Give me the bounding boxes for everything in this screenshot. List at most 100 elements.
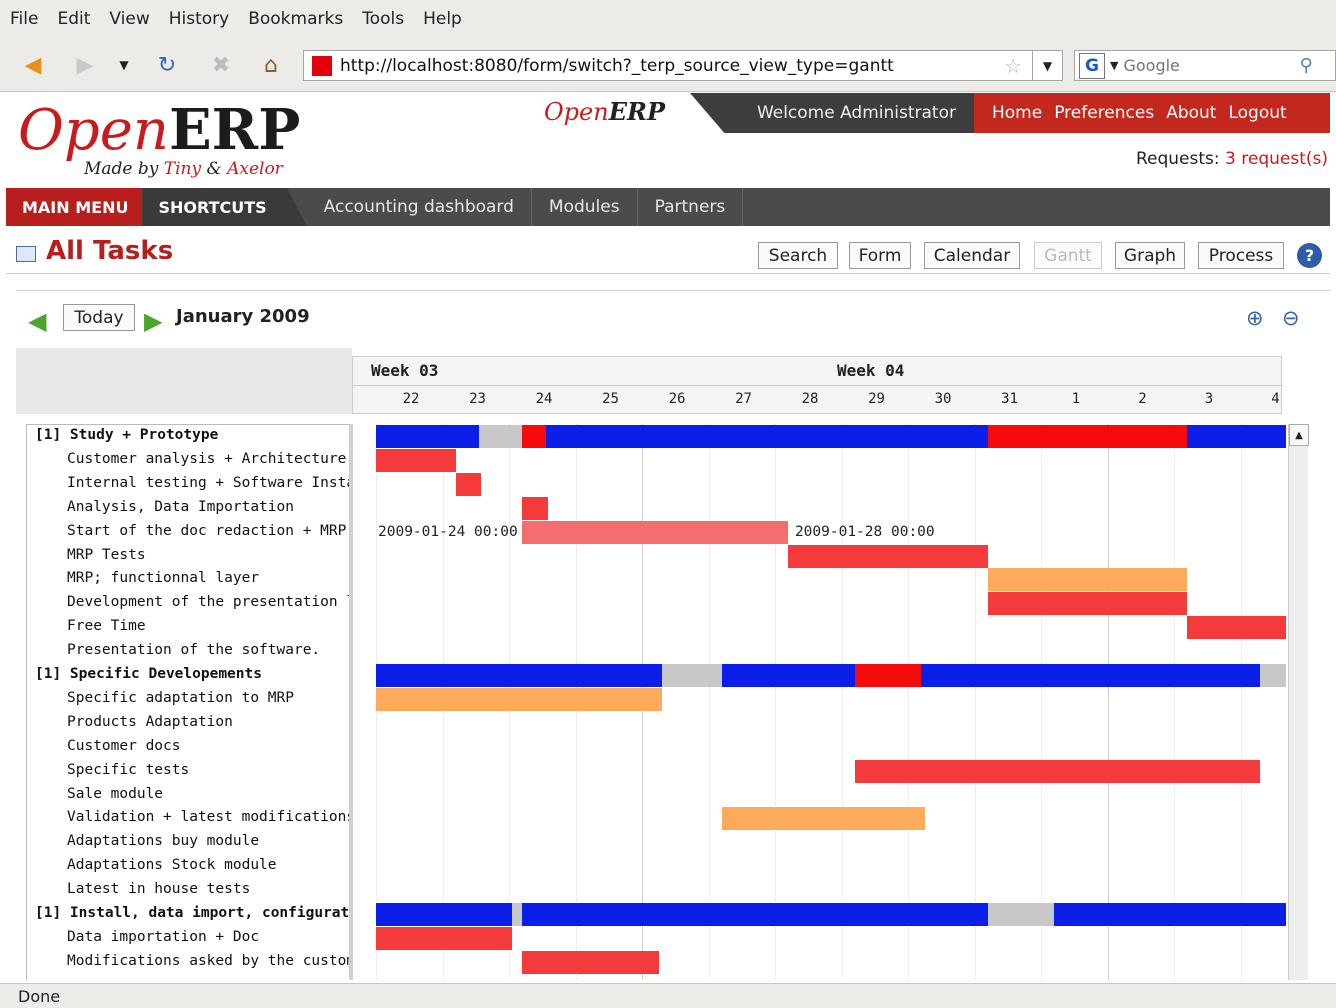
google-engine-icon[interactable]: G [1079,52,1105,79]
search-icon[interactable]: ⚲ [1299,55,1312,76]
engine-dropdown-icon[interactable]: ▼ [1110,59,1118,72]
task-bar[interactable] [376,448,456,472]
task-bar[interactable] [376,926,513,950]
task-group-row[interactable]: [1] Study + Prototype [27,427,218,451]
main-menu-tab[interactable]: MAIN MENU [6,188,143,226]
task-row[interactable]: Modifications asked by the custom [27,953,352,977]
shortcut-modules[interactable]: Modules [532,188,638,226]
menu-edit[interactable]: Edit [57,9,90,29]
zoom-in-icon[interactable]: ⊕ [1246,306,1264,330]
about-link[interactable]: About [1166,103,1216,123]
stop-icon[interactable]: ✖ [204,50,238,80]
group-bar[interactable] [854,664,922,687]
group-bar[interactable] [376,903,513,926]
today-button[interactable]: Today [63,304,135,331]
task-row[interactable]: Customer analysis + Architecture [27,451,346,475]
task-row[interactable]: Development of the presentation l [27,594,352,618]
group-bar[interactable] [661,664,722,687]
menu-bookmarks[interactable]: Bookmarks [248,9,343,29]
url-bar[interactable]: http://localhost:8080/form/switch?_terp_… [303,50,1063,81]
task-bar[interactable] [522,950,659,974]
graph-view-button[interactable]: Graph [1115,242,1185,269]
forward-arrow-icon[interactable]: ▶ [70,50,100,80]
shortcut-accounting-dashboard[interactable]: Accounting dashboard [307,188,532,226]
group-bar[interactable] [479,425,523,448]
task-row[interactable]: Free Time [27,618,146,642]
panel-splitter[interactable] [349,424,353,980]
zoom-out-icon[interactable]: ⊖ [1282,306,1300,330]
menu-file[interactable]: File [10,9,38,29]
shortcut-partners[interactable]: Partners [638,188,744,226]
task-bar[interactable] [854,759,1261,783]
task-bar[interactable] [987,568,1188,592]
group-bar[interactable] [455,425,480,448]
task-bar[interactable] [788,544,988,568]
group-bar[interactable] [1054,903,1286,926]
task-group-row[interactable]: [1] Install, data import, configurat [27,905,349,929]
task-row[interactable]: Presentation of the software. [27,642,320,666]
url-text[interactable]: http://localhost:8080/form/switch?_terp_… [340,56,1004,76]
task-bar[interactable] [1187,616,1286,640]
group-bar[interactable] [1260,664,1286,687]
home-link[interactable]: Home [992,103,1042,123]
back-arrow-icon[interactable]: ◀ [18,50,48,80]
home-icon[interactable]: ⌂ [254,50,288,80]
group-bar[interactable] [545,425,988,448]
task-row[interactable]: Specific tests [27,762,189,786]
search-input[interactable] [1123,56,1294,75]
task-row[interactable]: Start of the doc redaction + MRP [27,523,346,547]
group-bar[interactable] [1187,425,1286,448]
vertical-scrollbar[interactable]: ▲ [1288,424,1309,980]
menu-view[interactable]: View [109,9,149,29]
task-group-row[interactable]: [1] Specific Developements [27,666,262,690]
task-bar[interactable] [522,496,548,520]
group-bar[interactable] [987,425,1188,448]
bookmark-star-icon[interactable]: ☆ [1004,54,1022,78]
menu-help[interactable]: Help [423,9,462,29]
group-bar[interactable] [376,425,456,448]
task-bar[interactable] [522,520,789,544]
gantt-view-button[interactable]: Gantt [1034,242,1102,269]
logout-link[interactable]: Logout [1228,103,1286,123]
task-row[interactable]: Sale module [27,786,163,810]
url-dropdown-icon[interactable]: ▼ [1032,51,1062,80]
preferences-link[interactable]: Preferences [1054,103,1154,123]
task-row[interactable]: Data importation + Doc [27,929,259,953]
task-bar[interactable] [376,687,662,711]
group-bar[interactable] [522,425,546,448]
menu-history[interactable]: History [169,9,229,29]
history-dropdown-icon[interactable]: ▼ [112,50,136,80]
requests-link[interactable]: 3 request(s) [1225,149,1328,169]
previous-arrow-icon[interactable]: ◀ [28,307,46,335]
calendar-view-button[interactable]: Calendar [924,242,1020,269]
group-bar[interactable] [522,903,988,926]
form-view-button[interactable]: Form [849,242,911,269]
task-row[interactable]: Adaptations Stock module [27,857,277,881]
shortcuts-tab[interactable]: SHORTCUTS [142,188,307,226]
search-view-button[interactable]: Search [758,242,838,269]
group-bar[interactable] [376,664,662,687]
task-row[interactable]: Internal testing + Software Install [27,475,352,499]
group-bar[interactable] [987,903,1055,926]
task-bar[interactable] [721,807,925,831]
scroll-up-icon[interactable]: ▲ [1289,424,1309,446]
openerp-logo[interactable]: OpenERP Made by Tiny & Axelor [18,101,300,179]
group-bar[interactable] [721,664,855,687]
menu-tools[interactable]: Tools [362,9,404,29]
task-row[interactable]: MRP; functionnal layer [27,570,259,594]
task-row[interactable]: Customer docs [27,738,181,762]
task-row[interactable]: Adaptations buy module [27,833,259,857]
task-row[interactable]: MRP Tests [27,547,146,571]
group-bar[interactable] [921,664,1261,687]
task-row[interactable]: Analysis, Data Importation [27,499,294,523]
task-bar[interactable] [987,592,1188,616]
reload-icon[interactable]: ↻ [150,50,184,80]
help-icon[interactable]: ? [1297,243,1322,268]
group-bar[interactable] [512,903,523,926]
task-row[interactable]: Validation + latest modifications. [27,809,352,833]
search-bar[interactable]: G ▼ ⚲ [1074,50,1336,81]
task-row[interactable]: Specific adaptation to MRP [27,690,294,714]
task-row[interactable]: Products Adaptation [27,714,233,738]
process-view-button[interactable]: Process [1198,242,1284,269]
task-row[interactable]: Latest in house tests [27,881,250,905]
